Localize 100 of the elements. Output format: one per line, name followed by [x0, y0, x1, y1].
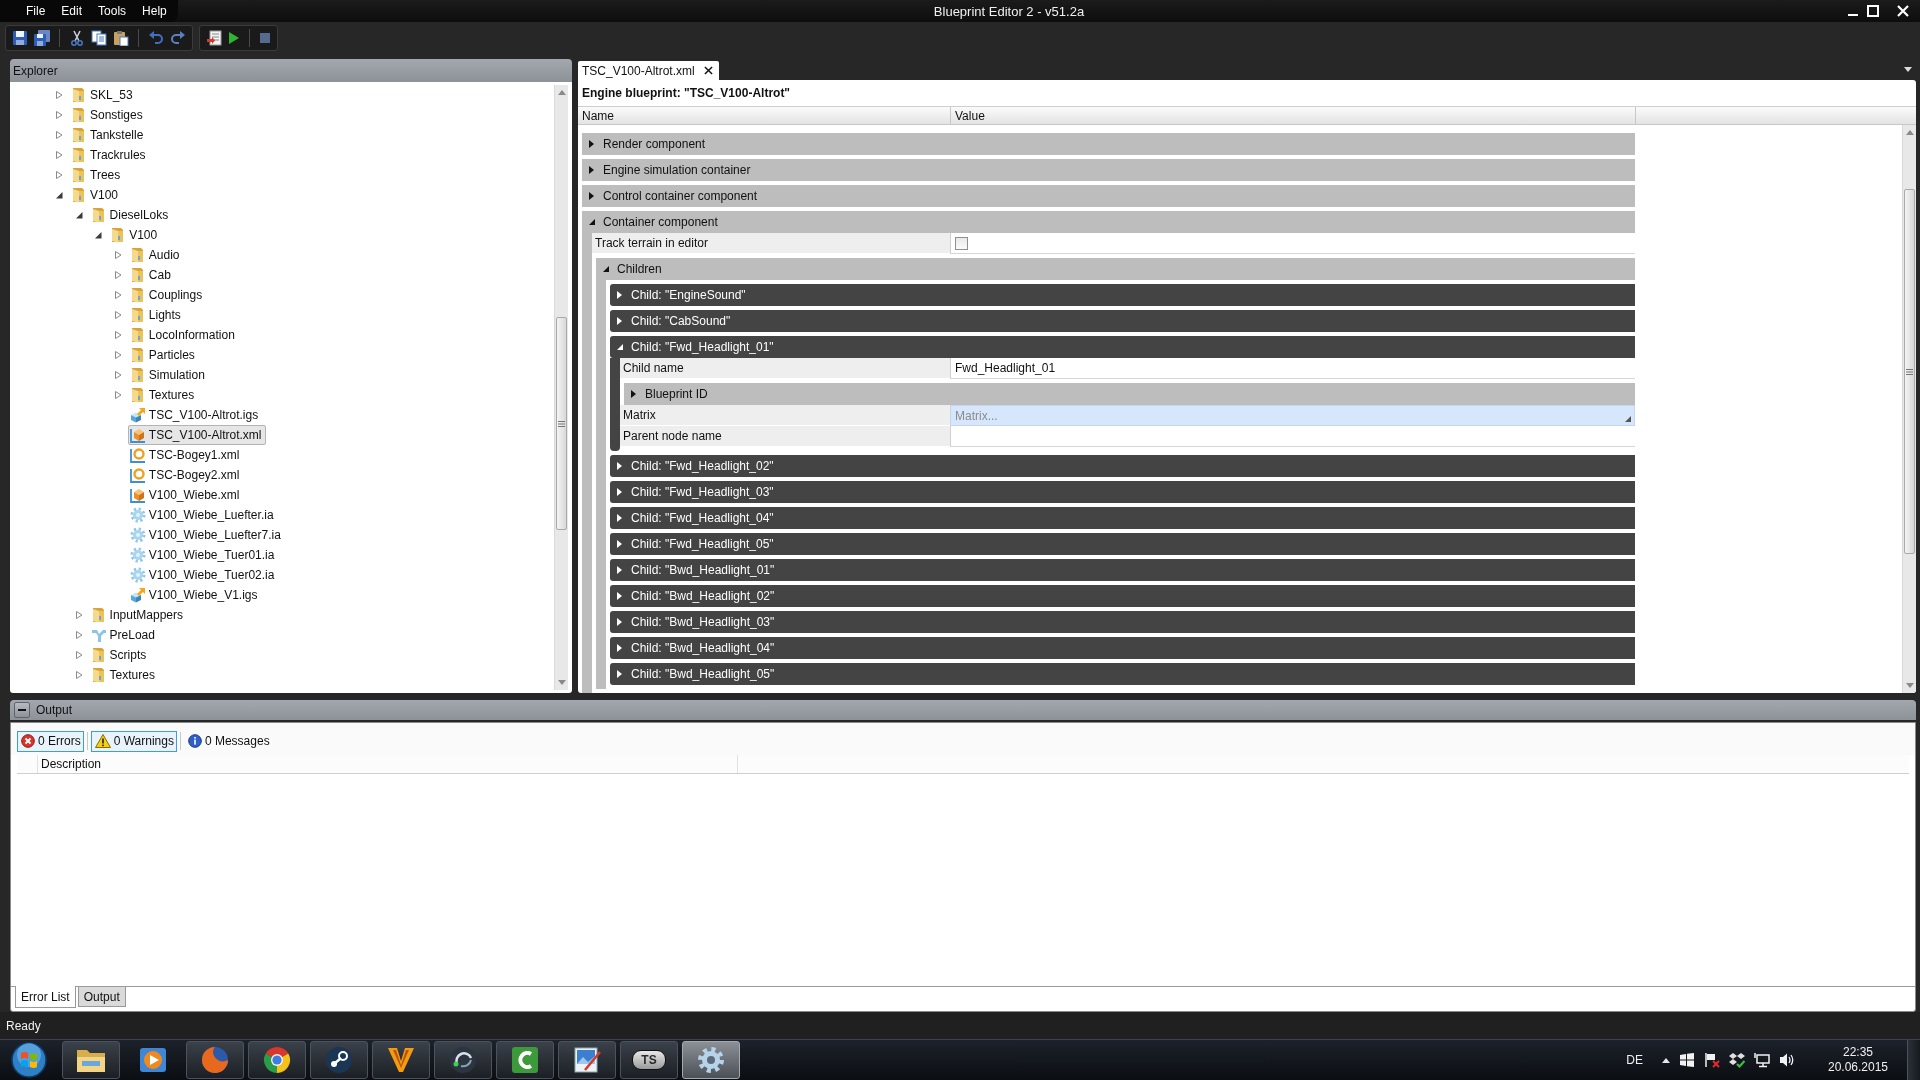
value-field[interactable]: Fwd_Headlight_01 — [950, 358, 1635, 379]
clock-time[interactable]: 22:35 — [1843, 1045, 1873, 1060]
tree-item[interactable]: Scripts — [88, 645, 151, 665]
caret-icon[interactable] — [603, 265, 609, 273]
undo-icon[interactable] — [148, 30, 164, 46]
tree-item[interactable]: Textures — [88, 665, 159, 685]
taskbar-button[interactable] — [248, 1041, 306, 1079]
tree-item[interactable]: Couplings — [127, 285, 207, 305]
paste-icon[interactable] — [113, 30, 129, 46]
caret-icon[interactable] — [74, 211, 83, 219]
scrollbar[interactable] — [554, 85, 568, 690]
scrollbar-thumb[interactable] — [1904, 189, 1915, 554]
filter-button[interactable]: 0 Warnings — [90, 730, 177, 752]
collapse-button[interactable] — [14, 702, 30, 718]
category-row[interactable]: Engine simulation container — [582, 159, 1635, 181]
clock-date[interactable]: 20.06.2015 — [1827, 1060, 1889, 1075]
caret-icon[interactable] — [589, 192, 595, 200]
tree-item[interactable]: V100_Wiebe_V1.igs — [127, 585, 262, 605]
filter-button[interactable]: 0 Errors — [17, 730, 84, 752]
caret-icon[interactable] — [589, 218, 595, 226]
volume-icon[interactable] — [1779, 1052, 1795, 1068]
tree-item[interactable]: DieselLoks — [88, 205, 173, 225]
tree-item[interactable]: Sonstiges — [69, 105, 147, 125]
close-icon[interactable] — [703, 66, 713, 75]
caret-icon[interactable] — [617, 592, 623, 600]
save-icon[interactable] — [12, 30, 28, 46]
tree-item[interactable]: Tankstelle — [69, 125, 148, 145]
caret-icon[interactable] — [617, 291, 623, 299]
child-row[interactable]: Child: "Bwd_Headlight_01" — [610, 559, 1635, 581]
caret-icon[interactable] — [617, 566, 623, 574]
tree-item[interactable]: Particles — [127, 345, 199, 365]
menu-item[interactable]: File — [26, 4, 46, 18]
scrollbar-thumb[interactable] — [556, 317, 567, 530]
child-row[interactable]: Child: "Fwd_Headlight_02" — [610, 455, 1635, 477]
taskbar-button[interactable] — [434, 1041, 492, 1079]
caret-icon[interactable] — [589, 140, 595, 148]
caret-up-icon[interactable] — [1662, 1057, 1670, 1063]
checkbox[interactable] — [955, 236, 968, 250]
menu-item[interactable]: Edit — [61, 4, 83, 18]
caret-icon[interactable] — [589, 166, 595, 174]
filter-button[interactable]: 0 Messages — [183, 730, 273, 752]
caret-icon[interactable] — [617, 644, 623, 652]
tree-item[interactable]: Simulation — [127, 365, 209, 385]
menu-item[interactable]: Tools — [98, 4, 127, 18]
scrollbar[interactable] — [1902, 125, 1916, 693]
category-row[interactable]: Render component — [582, 133, 1635, 155]
category-row[interactable]: Children — [596, 258, 1635, 280]
box-check-icon[interactable] — [1729, 1052, 1745, 1068]
redo-icon[interactable] — [170, 30, 186, 46]
tree-item[interactable]: Lights — [127, 305, 185, 325]
caret-icon[interactable] — [617, 462, 623, 470]
child-row[interactable]: Child: "EngineSound" — [610, 284, 1635, 306]
copy-icon[interactable] — [91, 30, 107, 46]
tree-item[interactable]: Trackrules — [69, 145, 150, 165]
caret-icon[interactable] — [617, 540, 623, 548]
tree-item[interactable]: TSC-Bogey1.xml — [127, 445, 244, 465]
tree-item[interactable]: PreLoad — [88, 625, 159, 645]
save-all-icon[interactable] — [34, 30, 50, 46]
child-row[interactable]: Child: "Bwd_Headlight_03" — [610, 611, 1635, 633]
value-field[interactable] — [950, 426, 1635, 447]
play-icon[interactable] — [228, 31, 240, 45]
caret-icon[interactable] — [94, 231, 103, 239]
caret-icon[interactable] — [617, 343, 623, 351]
tree-item[interactable]: V100_Wiebe.xml — [127, 485, 244, 505]
tree-item[interactable]: Audio — [127, 245, 184, 265]
tree-item[interactable]: TSC_V100-Altrot.igs — [127, 405, 263, 425]
tree-item[interactable]: V100_Wiebe_Luefter.ia — [127, 505, 278, 525]
tab[interactable]: TSC_V100-Altrot.xml — [578, 61, 719, 80]
menu-item[interactable]: Help — [142, 4, 167, 18]
tree-item[interactable]: V100 — [108, 225, 162, 245]
tree-item[interactable]: V100_Wiebe_Tuer02.ia — [127, 565, 279, 585]
window-logo-icon[interactable] — [1679, 1052, 1695, 1068]
caret-icon[interactable] — [617, 618, 623, 626]
tree-item[interactable]: SKL_53 — [69, 85, 137, 105]
tree-item[interactable]: TSC_V100-Altrot.xml — [127, 425, 266, 445]
caret-icon[interactable] — [631, 390, 637, 398]
caret-icon[interactable] — [617, 514, 623, 522]
tree-item[interactable]: Trees — [69, 165, 125, 185]
taskbar-button[interactable] — [372, 1041, 430, 1079]
caret-icon[interactable] — [617, 488, 623, 496]
tree-item[interactable]: InputMappers — [88, 605, 187, 625]
child-row[interactable]: Child: "Bwd_Headlight_05" — [610, 663, 1635, 685]
flag-icon[interactable] — [1704, 1052, 1720, 1068]
child-row[interactable]: Child: "Fwd_Headlight_01" — [610, 336, 1635, 358]
caret-icon[interactable] — [617, 317, 623, 325]
tab[interactable]: Error List — [15, 986, 76, 1008]
child-row[interactable]: Child: "CabSound" — [610, 310, 1635, 332]
caret-icon[interactable] — [617, 670, 623, 678]
child-row[interactable]: Child: "Fwd_Headlight_04" — [610, 507, 1635, 529]
tree-item[interactable]: LocoInformation — [127, 325, 239, 345]
stop-icon[interactable] — [259, 32, 271, 44]
category-row[interactable]: Blueprint ID — [624, 383, 1635, 405]
tree-item[interactable]: Cab — [127, 265, 175, 285]
tree-item[interactable]: V100_Wiebe_Luefter7.ia — [127, 525, 285, 545]
caret-down-icon[interactable] — [1904, 67, 1912, 72]
taskbar-button[interactable]: TS — [620, 1041, 678, 1079]
tree-item[interactable]: TSC-Bogey2.xml — [127, 465, 244, 485]
maximize-icon[interactable] — [1867, 5, 1879, 17]
taskbar-button[interactable] — [62, 1041, 120, 1079]
taskbar-button[interactable] — [558, 1041, 616, 1079]
